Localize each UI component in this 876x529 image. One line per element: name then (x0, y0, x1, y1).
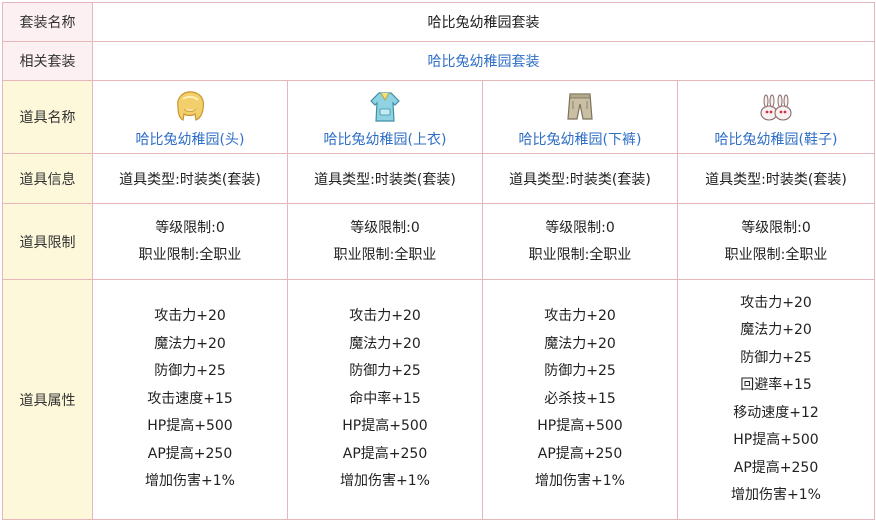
limit-line: 等级限制:0 (155, 219, 225, 236)
smock-top-icon[interactable] (365, 87, 405, 127)
bunny-shoes-icon[interactable] (756, 87, 796, 127)
item-props-row: 道具属性 攻击力+20 魔法力+20 防御力+25 攻击速度+15 HP提高+5… (2, 279, 875, 520)
item-info-shoes: 道具类型:时装类(套装) (677, 153, 875, 204)
item-limit-shoes: 等级限制:0 职业限制:全职业 (677, 203, 875, 280)
item-props-head: 攻击力+20 魔法力+20 防御力+25 攻击速度+15 HP提高+500 AP… (92, 279, 288, 520)
item-limit-top: 等级限制:0 职业限制:全职业 (287, 203, 483, 280)
prop-line: 魔法力+20 (349, 335, 421, 352)
prop-line: 增加伤害+1% (145, 473, 235, 490)
prop-line: AP提高+250 (147, 445, 233, 462)
item-props-top: 攻击力+20 魔法力+20 防御力+25 命中率+15 HP提高+500 AP提… (287, 279, 483, 520)
prop-line: 防御力+25 (349, 363, 421, 380)
prop-line: 魔法力+20 (740, 322, 812, 338)
related-set-link[interactable]: 哈比兔幼稚园套装 (428, 54, 540, 70)
related-set-cell: 哈比兔幼稚园套装 (92, 41, 875, 81)
item-props-shoes: 攻击力+20 魔法力+20 防御力+25 回避率+15 移动速度+12 HP提高… (677, 279, 875, 520)
related-set-label: 相关套装 (2, 41, 93, 81)
item-props-label: 道具属性 (2, 279, 93, 520)
item-limit-label: 道具限制 (2, 203, 93, 280)
prop-line: 防御力+25 (544, 363, 616, 380)
item-info-row: 道具信息 道具类型:时装类(套装) 道具类型:时装类(套装) 道具类型:时装类(… (2, 153, 875, 204)
item-name-label: 道具名称 (2, 80, 93, 154)
prop-line: 移动速度+12 (733, 404, 819, 421)
item-info-head: 道具类型:时装类(套装) (92, 153, 288, 204)
set-table: 套装名称 哈比兔幼稚园套装 相关套装 哈比兔幼稚园套装 道具名称 哈比兔幼稚园(… (2, 2, 875, 520)
shorts-icon[interactable] (560, 87, 600, 127)
prop-line: 魔法力+20 (154, 335, 226, 352)
prop-line: 攻击力+20 (544, 308, 616, 325)
item-cell-head: 哈比兔幼稚园(头) (92, 80, 288, 154)
prop-line: 防御力+25 (740, 349, 812, 366)
related-set-row: 相关套装 哈比兔幼稚园套装 (2, 41, 875, 81)
prop-line: 增加伤害+1% (731, 487, 821, 503)
prop-line: 攻击速度+15 (147, 390, 233, 407)
item-name-shoes[interactable]: 哈比兔幼稚园(鞋子) (678, 129, 874, 149)
prop-line: 增加伤害+1% (340, 473, 430, 490)
prop-line: 魔法力+20 (544, 335, 616, 352)
prop-line: 必杀技+15 (544, 390, 616, 407)
limit-line: 职业限制:全职业 (724, 246, 828, 263)
prop-line: 命中率+15 (349, 390, 421, 407)
item-info-pants: 道具类型:时装类(套装) (482, 153, 678, 204)
item-cell-pants: 哈比兔幼稚园(下裤) (482, 80, 678, 154)
item-limit-row: 道具限制 等级限制:0 职业限制:全职业 等级限制:0 职业限制:全职业 等级限… (2, 203, 875, 280)
item-name-row: 道具名称 哈比兔幼稚园(头) 哈比兔幼稚园(上衣) 哈比兔幼稚园(下裤) 哈比兔… (2, 80, 875, 154)
limit-line: 职业限制:全职业 (138, 246, 242, 263)
set-name-row: 套装名称 哈比兔幼稚园套装 (2, 2, 875, 42)
item-cell-shoes: 哈比兔幼稚园(鞋子) (677, 80, 875, 154)
prop-line: 攻击力+20 (349, 308, 421, 325)
prop-line: HP提高+500 (733, 432, 819, 448)
limit-line: 等级限制:0 (741, 219, 811, 236)
limit-line: 职业限制:全职业 (528, 246, 632, 263)
limit-line: 等级限制:0 (350, 219, 420, 236)
prop-line: 防御力+25 (154, 363, 226, 380)
prop-line: AP提高+250 (342, 445, 428, 462)
item-cell-top: 哈比兔幼稚园(上衣) (287, 80, 483, 154)
prop-line: AP提高+250 (733, 459, 819, 476)
prop-line: 增加伤害+1% (535, 473, 625, 490)
prop-line: 回避率+15 (740, 377, 812, 393)
prop-line: HP提高+500 (537, 418, 623, 435)
item-limit-head: 等级限制:0 职业限制:全职业 (92, 203, 288, 280)
prop-line: AP提高+250 (537, 445, 623, 462)
blonde-hair-icon[interactable] (170, 87, 210, 127)
prop-line: 攻击力+20 (154, 308, 226, 325)
limit-line: 职业限制:全职业 (333, 246, 437, 263)
item-limit-pants: 等级限制:0 职业限制:全职业 (482, 203, 678, 280)
prop-line: 攻击力+20 (740, 294, 812, 311)
prop-line: HP提高+500 (147, 418, 233, 435)
item-name-pants[interactable]: 哈比兔幼稚园(下裤) (483, 129, 677, 149)
set-name-label: 套装名称 (2, 2, 93, 42)
limit-line: 等级限制:0 (545, 219, 615, 236)
item-name-top[interactable]: 哈比兔幼稚园(上衣) (288, 129, 482, 149)
prop-line: HP提高+500 (342, 418, 428, 435)
item-info-top: 道具类型:时装类(套装) (287, 153, 483, 204)
set-name-value: 哈比兔幼稚园套装 (92, 2, 875, 42)
item-name-head[interactable]: 哈比兔幼稚园(头) (93, 129, 287, 149)
item-info-label: 道具信息 (2, 153, 93, 204)
item-props-pants: 攻击力+20 魔法力+20 防御力+25 必杀技+15 HP提高+500 AP提… (482, 279, 678, 520)
